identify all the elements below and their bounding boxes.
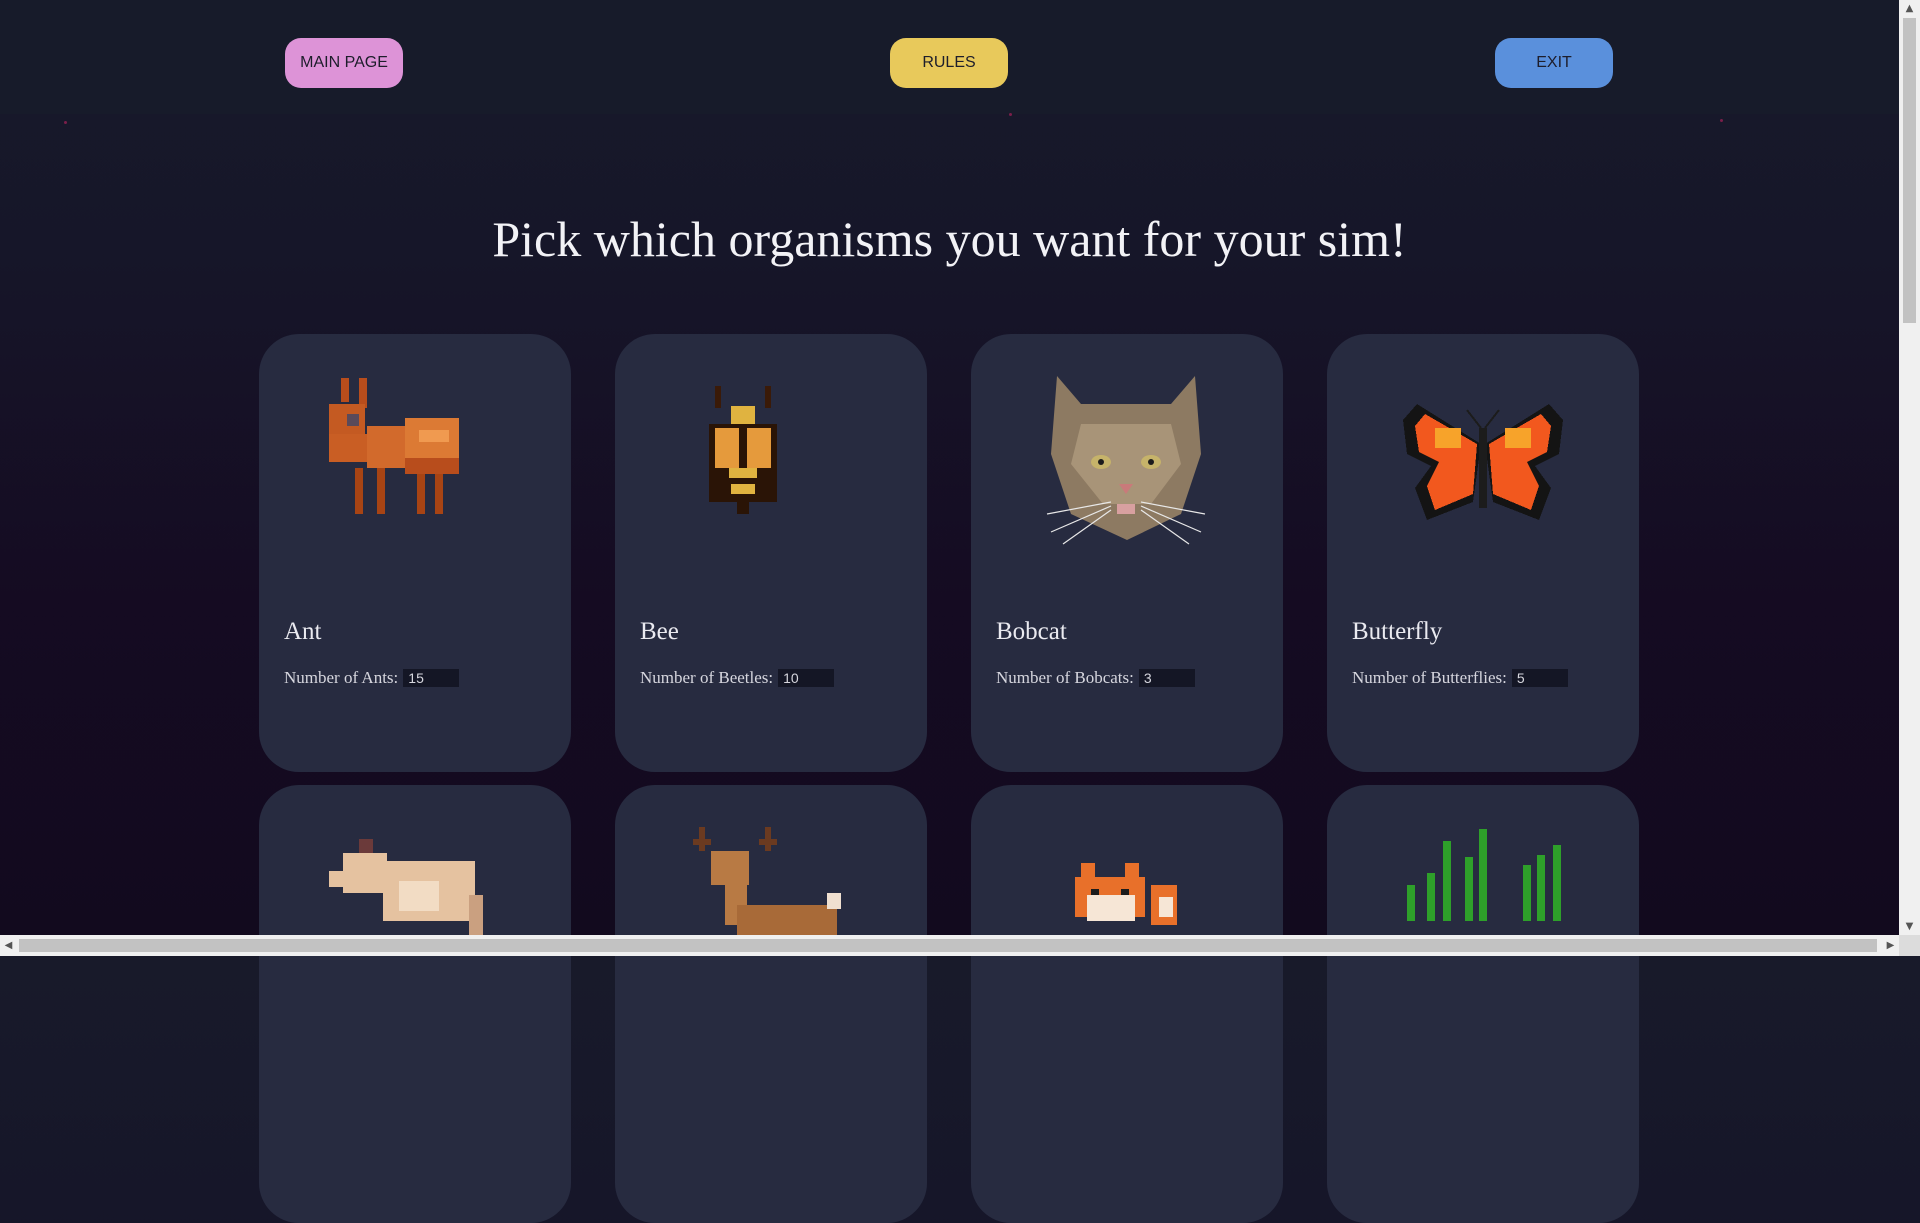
vertical-scrollbar[interactable]: ▲ ▼ — [1899, 0, 1920, 935]
ant-icon — [329, 378, 459, 514]
scroll-thumb[interactable] — [1903, 18, 1916, 323]
grass-icon — [1407, 829, 1561, 921]
organism-card-deer[interactable] — [615, 785, 927, 1223]
organism-card-coyote[interactable] — [259, 785, 571, 1223]
page-title: Pick which organisms you want for your s… — [492, 211, 1407, 267]
rules-button[interactable]: RULES — [890, 38, 1008, 88]
scroll-down-icon[interactable]: ▼ — [1899, 918, 1920, 935]
scroll-right-icon[interactable]: ▶ — [1882, 935, 1899, 956]
organism-card-bee[interactable]: Bee Number of Beetles: 10 — [615, 334, 927, 772]
butterfly-icon — [1403, 404, 1563, 520]
horizontal-scrollbar[interactable]: ◀ ▶ — [0, 935, 1899, 956]
organism-card-fox[interactable] — [971, 785, 1283, 1223]
decor-dot — [1009, 113, 1012, 116]
organism-name: Bee — [640, 618, 679, 645]
count-label: Number of Bobcats: — [996, 668, 1134, 687]
bobcat-icon — [1046, 376, 1206, 545]
organism-card-bobcat[interactable]: Bobcat Number of Bobcats: 3 — [971, 334, 1283, 772]
organism-name: Butterfly — [1352, 618, 1443, 645]
exit-button[interactable]: EXIT — [1495, 38, 1613, 88]
count-input[interactable]: 10 — [778, 669, 835, 687]
organism-name: Bobcat — [996, 618, 1067, 645]
decor-dot — [64, 121, 67, 124]
scroll-thumb[interactable] — [19, 939, 1877, 952]
fox-icon — [1075, 863, 1177, 925]
organism-card-grass[interactable] — [1327, 785, 1639, 1223]
coyote-icon — [329, 839, 483, 935]
count-input[interactable]: 15 — [403, 669, 460, 687]
scroll-up-icon[interactable]: ▲ — [1899, 0, 1920, 17]
organism-card-ant[interactable]: Ant Number of Ants: 15 — [259, 334, 571, 772]
bee-icon — [709, 386, 777, 514]
scroll-left-icon[interactable]: ◀ — [0, 935, 17, 956]
organism-count-field: Number of Beetles: 10 — [640, 668, 835, 688]
decor-dot — [1720, 119, 1723, 122]
count-label: Number of Beetles: — [640, 668, 774, 687]
main-page-button[interactable]: MAIN PAGE — [285, 38, 403, 88]
organism-name: Ant — [284, 618, 322, 645]
count-label: Number of Ants: — [284, 668, 399, 687]
count-input[interactable]: 5 — [1511, 669, 1568, 687]
scrollbar-corner — [1899, 935, 1920, 956]
organism-card-butterfly[interactable]: Butterfly Number of Butterflies: 5 — [1327, 334, 1639, 772]
organism-count-field: Number of Butterflies: 5 — [1352, 668, 1568, 688]
count-input[interactable]: 3 — [1138, 669, 1195, 687]
deer-icon — [693, 827, 841, 939]
organism-count-field: Number of Ants: 15 — [284, 668, 460, 688]
count-label: Number of Butterflies: — [1352, 668, 1507, 687]
organism-count-field: Number of Bobcats: 3 — [996, 668, 1195, 688]
